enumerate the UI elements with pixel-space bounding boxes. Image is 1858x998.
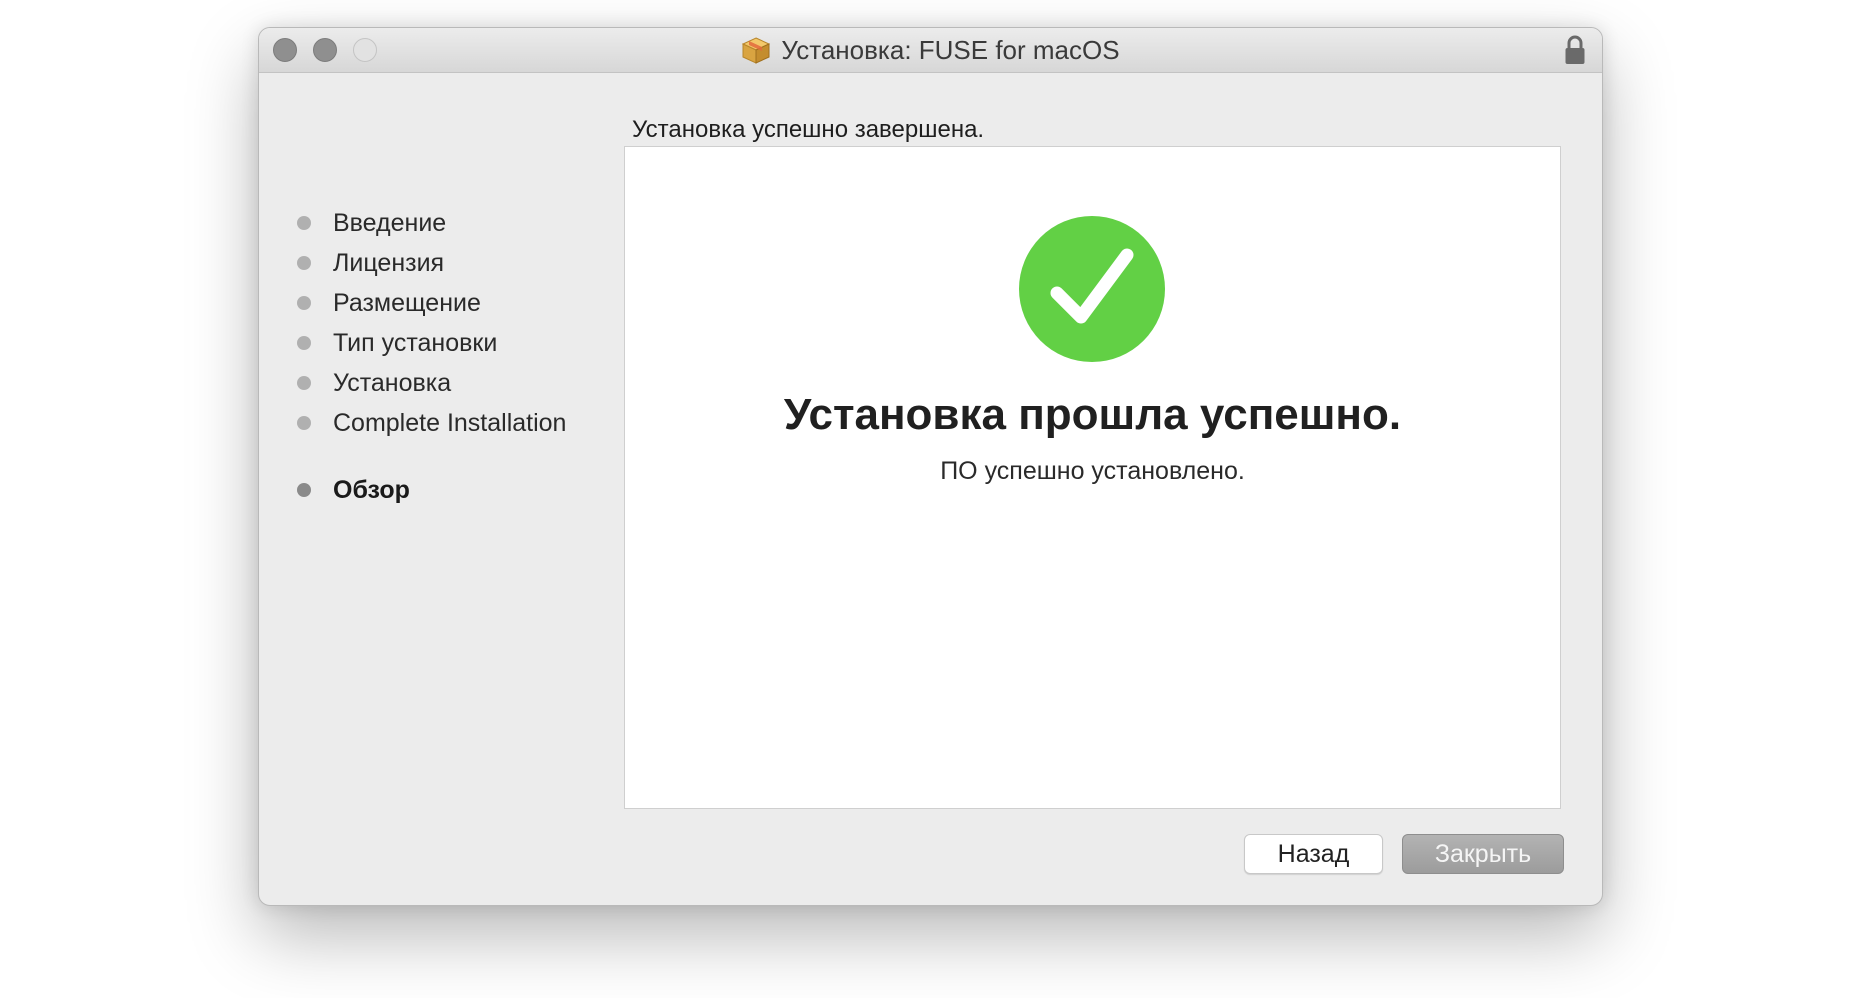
status-heading: Установка успешно завершена. (632, 116, 985, 143)
back-button[interactable]: Назад (1244, 834, 1383, 874)
step-bullet-icon (297, 296, 311, 310)
sidebar-step-installation: Установка (297, 366, 451, 400)
success-title: Установка прошла успешно. (783, 390, 1402, 439)
installer-window: Установка: FUSE for macOS Установка успе… (258, 27, 1603, 906)
package-icon (741, 35, 771, 65)
window-title: Установка: FUSE for macOS (781, 34, 1120, 65)
sidebar-step-complete-installation: Complete Installation (297, 406, 566, 440)
sidebar-step-label: Лицензия (333, 248, 445, 277)
step-bullet-icon (297, 256, 311, 270)
sidebar-step-label: Тип установки (333, 328, 498, 357)
checkmark-circle-icon (1019, 216, 1165, 362)
sidebar-step-summary: Обзор (297, 473, 410, 507)
sidebar-step-label: Complete Installation (333, 408, 567, 437)
sidebar-step-label: Установка (333, 368, 452, 397)
sidebar-step-label: Введение (333, 208, 447, 237)
sidebar-step-installation-type: Тип установки (297, 326, 497, 360)
sidebar-step-label: Размещение (333, 288, 481, 317)
step-bullet-icon (297, 416, 311, 430)
sidebar-step-license: Лицензия (297, 246, 444, 280)
sidebar-step-destination: Размещение (297, 286, 481, 320)
title-bar[interactable]: Установка: FUSE for macOS (259, 28, 1602, 73)
step-bullet-icon (297, 376, 311, 390)
window-title-group: Установка: FUSE for macOS (259, 28, 1602, 72)
step-bullet-icon (297, 483, 311, 497)
lock-icon[interactable] (1564, 34, 1586, 66)
step-bullet-icon (297, 336, 311, 350)
close-button[interactable]: Закрыть (1402, 834, 1564, 874)
success-subtitle: ПО успешно установлено. (940, 457, 1245, 485)
sidebar-step-introduction: Введение (297, 206, 446, 240)
step-bullet-icon (297, 216, 311, 230)
sidebar-step-label: Обзор (333, 475, 410, 504)
content-panel: Установка прошла успешно. ПО успешно уст… (624, 146, 1561, 809)
